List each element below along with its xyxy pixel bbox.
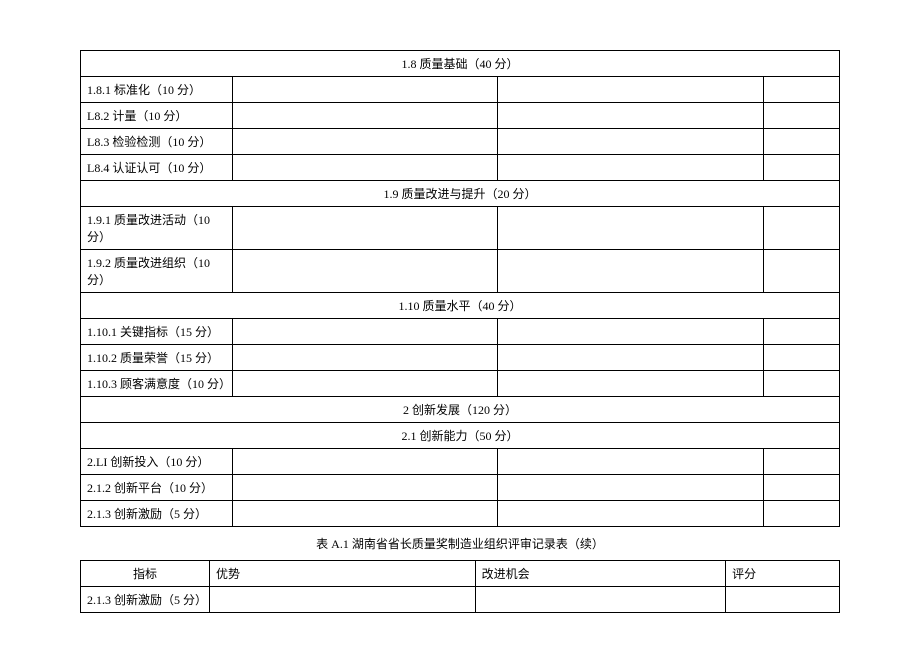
item-label: 2.1.3 创新激励（5 分） xyxy=(81,501,233,527)
empty-cell xyxy=(764,77,840,103)
table-row: 2.1.3 创新激励（5 分） xyxy=(81,587,840,613)
empty-cell xyxy=(498,250,764,293)
table-row: 1.10.1 关键指标（15 分） xyxy=(81,319,840,345)
empty-cell xyxy=(764,475,840,501)
header-improvement: 改进机会 xyxy=(475,561,725,587)
empty-cell xyxy=(232,345,498,371)
table-row: L8.3 检验检测（10 分） xyxy=(81,129,840,155)
empty-cell xyxy=(498,475,764,501)
empty-cell xyxy=(498,77,764,103)
empty-cell xyxy=(764,345,840,371)
empty-cell xyxy=(764,129,840,155)
table-row: L8.4 认证认可（10 分） xyxy=(81,155,840,181)
section-1-9-header: 1.9 质量改进与提升（20 分） xyxy=(81,181,840,207)
item-label: 1.10.2 质量荣誉（15 分） xyxy=(81,345,233,371)
header-score: 评分 xyxy=(726,561,840,587)
section-1-10-header: 1.10 质量水平（40 分） xyxy=(81,293,840,319)
table-row: 2.LI 创新投入（10 分） xyxy=(81,449,840,475)
section-2-1-header: 2.1 创新能力（50 分） xyxy=(81,423,840,449)
empty-cell xyxy=(232,475,498,501)
item-label: 1.10.1 关键指标（15 分） xyxy=(81,319,233,345)
item-label: L8.2 计量（10 分） xyxy=(81,103,233,129)
item-label: 2.LI 创新投入（10 分） xyxy=(81,449,233,475)
item-label: 1.9.2 质量改进组织（10 分） xyxy=(81,250,233,293)
empty-cell xyxy=(232,129,498,155)
table-row: L8.2 计量（10 分） xyxy=(81,103,840,129)
section-header-row: 2 创新发展（120 分） xyxy=(81,397,840,423)
table-row: 1.10.3 顾客满意度（10 分） xyxy=(81,371,840,397)
continuation-table: 指标 优势 改进机会 评分 2.1.3 创新激励（5 分） xyxy=(80,560,840,613)
empty-cell xyxy=(764,103,840,129)
section-header-row: 2.1 创新能力（50 分） xyxy=(81,423,840,449)
section-header-row: 1.9 质量改进与提升（20 分） xyxy=(81,181,840,207)
empty-cell xyxy=(498,371,764,397)
section-header-row: 1.8 质量基础（40 分） xyxy=(81,51,840,77)
empty-cell xyxy=(232,449,498,475)
header-row: 指标 优势 改进机会 评分 xyxy=(81,561,840,587)
header-indicator: 指标 xyxy=(81,561,210,587)
empty-cell xyxy=(498,501,764,527)
empty-cell xyxy=(232,319,498,345)
empty-cell xyxy=(232,501,498,527)
item-label: 2.1.2 创新平台（10 分） xyxy=(81,475,233,501)
empty-cell xyxy=(764,250,840,293)
empty-cell xyxy=(764,501,840,527)
empty-cell xyxy=(498,155,764,181)
empty-cell xyxy=(764,319,840,345)
empty-cell xyxy=(726,587,840,613)
table-row: 1.9.2 质量改进组织（10 分） xyxy=(81,250,840,293)
empty-cell xyxy=(498,449,764,475)
item-label: L8.3 检验检测（10 分） xyxy=(81,129,233,155)
empty-cell xyxy=(498,103,764,129)
empty-cell xyxy=(498,129,764,155)
item-label: 1.10.3 顾客满意度（10 分） xyxy=(81,371,233,397)
table-row: 2.1.3 创新激励（5 分） xyxy=(81,501,840,527)
empty-cell xyxy=(232,155,498,181)
empty-cell xyxy=(232,250,498,293)
empty-cell xyxy=(764,207,840,250)
empty-cell xyxy=(232,207,498,250)
section-2-header: 2 创新发展（120 分） xyxy=(81,397,840,423)
table-row: 1.9.1 质量改进活动（10 分） xyxy=(81,207,840,250)
section-1-8-header: 1.8 质量基础（40 分） xyxy=(81,51,840,77)
empty-cell xyxy=(232,77,498,103)
item-label: 2.1.3 创新激励（5 分） xyxy=(81,587,210,613)
table-row: 1.10.2 质量荣誉（15 分） xyxy=(81,345,840,371)
empty-cell xyxy=(232,103,498,129)
empty-cell xyxy=(498,345,764,371)
table-caption: 表 A.1 湖南省省长质量奖制造业组织评审记录表（续） xyxy=(80,535,840,552)
empty-cell xyxy=(498,319,764,345)
header-advantage: 优势 xyxy=(210,561,476,587)
table-row: 2.1.2 创新平台（10 分） xyxy=(81,475,840,501)
empty-cell xyxy=(210,587,476,613)
item-label: 1.8.1 标准化（10 分） xyxy=(81,77,233,103)
empty-cell xyxy=(764,449,840,475)
empty-cell xyxy=(764,371,840,397)
empty-cell xyxy=(764,155,840,181)
item-label: 1.9.1 质量改进活动（10 分） xyxy=(81,207,233,250)
section-header-row: 1.10 质量水平（40 分） xyxy=(81,293,840,319)
evaluation-table: 1.8 质量基础（40 分） 1.8.1 标准化（10 分） L8.2 计量（1… xyxy=(80,50,840,527)
empty-cell xyxy=(232,371,498,397)
empty-cell xyxy=(475,587,725,613)
empty-cell xyxy=(498,207,764,250)
table-row: 1.8.1 标准化（10 分） xyxy=(81,77,840,103)
item-label: L8.4 认证认可（10 分） xyxy=(81,155,233,181)
